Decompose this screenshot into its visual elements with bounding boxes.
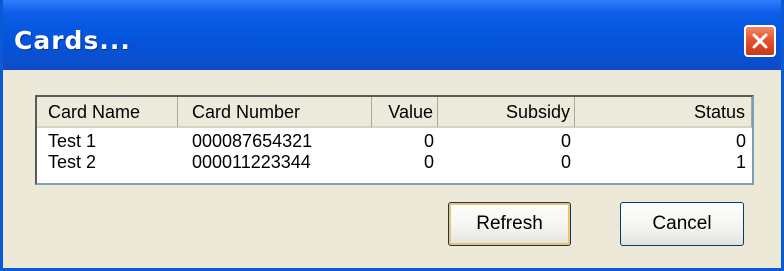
cell-card-number: 000011223344: [192, 152, 311, 172]
cell-card-number: 000087654321: [192, 131, 313, 151]
cell-value: 0: [423, 152, 434, 172]
column-header-subsidy[interactable]: Subsidy: [438, 97, 575, 128]
title-bar[interactable]: Cards...: [3, 0, 781, 70]
cell-card-name: Test 2: [48, 152, 97, 172]
cell-subsidy: 0: [560, 131, 571, 151]
column-header-card-name[interactable]: Card Name: [37, 97, 178, 128]
close-icon: [752, 33, 768, 49]
list-row[interactable]: Test 1 000087654321 0 0 0: [37, 131, 752, 152]
cards-dialog: Cards... Card Name Card Number Value Sub…: [0, 0, 784, 271]
column-header-card-number[interactable]: Card Number: [178, 97, 372, 128]
cell-status: 0: [735, 131, 746, 151]
list-body: Test 1 000087654321 0 0 0 Test 2 0000112…: [37, 131, 752, 173]
refresh-button[interactable]: Refresh: [448, 202, 571, 246]
column-header-value[interactable]: Value: [372, 97, 438, 128]
cell-subsidy: 0: [560, 152, 571, 172]
list-row[interactable]: Test 2 000011223344 0 0 1: [37, 152, 752, 173]
cell-value: 0: [423, 131, 434, 151]
cancel-button[interactable]: Cancel: [620, 202, 744, 246]
list-header: Card Name Card Number Value Subsidy Stat…: [37, 97, 752, 128]
cell-card-name: Test 1: [48, 131, 97, 151]
cell-status: 1: [735, 152, 746, 172]
window-title: Cards...: [14, 26, 131, 55]
cards-list[interactable]: Card Name Card Number Value Subsidy Stat…: [35, 95, 754, 185]
close-button[interactable]: [744, 25, 776, 57]
column-header-status[interactable]: Status: [575, 97, 752, 128]
